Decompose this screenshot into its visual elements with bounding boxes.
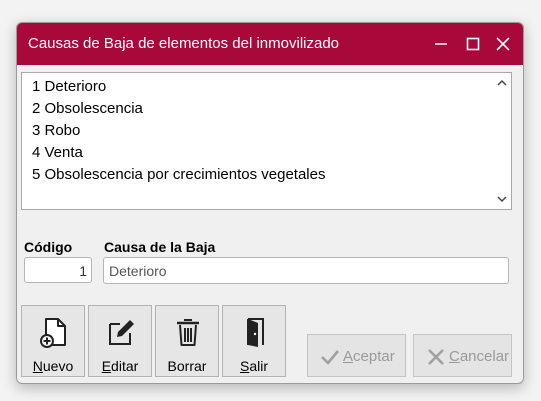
trash-icon xyxy=(177,319,199,346)
dialog-window: Causas de Baja de elementos del inmovili… xyxy=(16,22,524,384)
scroll-up-arrow-icon[interactable] xyxy=(497,79,507,87)
new-button-label: Nuevo xyxy=(32,358,74,374)
list-item[interactable]: 1 Deterioro xyxy=(32,76,106,98)
cancel-button[interactable]: Cancelar xyxy=(413,334,512,377)
list-item[interactable]: 5 Obsolescencia por crecimientos vegetal… xyxy=(32,164,325,186)
code-label: Código xyxy=(24,239,73,255)
causes-list[interactable]: 1 Deterioro 2 Obsolescencia 3 Robo 4 Ven… xyxy=(21,72,512,210)
causa-label: Causa de la Baja xyxy=(104,239,216,255)
scroll-down-arrow-icon[interactable] xyxy=(497,195,507,203)
checkmark-icon xyxy=(321,350,339,365)
delete-button-label: Borrar xyxy=(167,358,207,374)
exit-button-label: Salir xyxy=(239,358,268,374)
code-field[interactable]: 1 xyxy=(24,257,92,283)
edit-button[interactable]: Editar xyxy=(88,305,152,377)
list-item[interactable]: 2 Obsolescencia xyxy=(32,98,143,120)
maximize-icon[interactable] xyxy=(463,34,483,54)
cancel-button-label: Cancelar xyxy=(449,348,510,365)
edit-button-label: Editar xyxy=(101,358,139,374)
title-bar: Causas de Baja de elementos del inmovili… xyxy=(17,23,523,65)
window-title: Causas de Baja de elementos del inmovili… xyxy=(28,35,340,52)
edit-pencil-icon xyxy=(109,320,134,345)
accept-button-label: Aceptar xyxy=(343,348,395,365)
new-button[interactable]: Nuevo xyxy=(21,305,85,377)
exit-door-icon xyxy=(247,318,264,347)
exit-button[interactable]: Salir xyxy=(222,305,286,377)
close-icon[interactable] xyxy=(493,34,513,54)
delete-button[interactable]: Borrar xyxy=(155,305,219,377)
list-item[interactable]: 4 Venta xyxy=(32,142,83,164)
cross-icon xyxy=(428,349,444,365)
new-document-icon xyxy=(40,318,66,348)
accept-button[interactable]: Aceptar xyxy=(307,334,406,377)
causa-field[interactable]: Deterioro xyxy=(103,257,509,284)
minimize-icon[interactable] xyxy=(431,34,451,54)
list-item[interactable]: 3 Robo xyxy=(32,120,80,142)
